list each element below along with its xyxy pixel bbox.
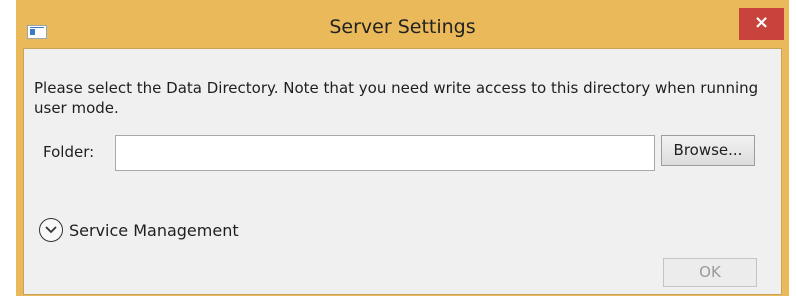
instruction-text: Please select the Data Directory. Note t… (34, 79, 759, 117)
title-bar[interactable]: Server Settings × (16, 0, 789, 48)
service-management-toggle[interactable]: Service Management (39, 217, 239, 243)
folder-label: Folder: (43, 143, 95, 161)
service-management-label[interactable]: Service Management (69, 221, 239, 240)
server-settings-dialog: Server Settings × Please select the Data… (16, 0, 789, 296)
window-title: Server Settings (329, 16, 476, 38)
chevron-down-circle-icon[interactable] (39, 218, 63, 242)
folder-input[interactable] (115, 135, 655, 171)
ok-button[interactable]: OK (663, 258, 757, 287)
browse-button[interactable]: Browse... (661, 135, 755, 166)
close-button[interactable]: × (739, 8, 784, 40)
screen: Server Settings × Please select the Data… (0, 0, 797, 306)
dialog-body: Please select the Data Directory. Note t… (23, 48, 782, 295)
